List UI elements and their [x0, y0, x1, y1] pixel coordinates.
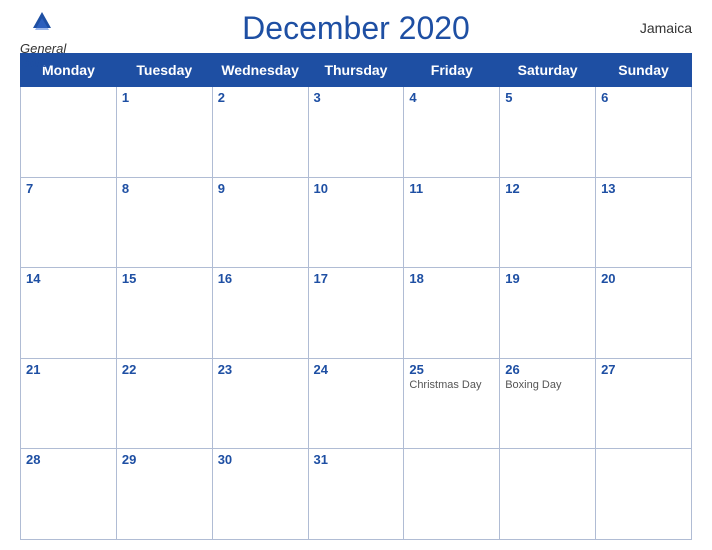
- calendar-day: 12: [500, 177, 596, 268]
- day-number: 25: [409, 362, 494, 377]
- day-number: 31: [314, 452, 399, 467]
- logo-icon: [31, 10, 53, 40]
- day-number: 24: [314, 362, 399, 377]
- calendar-day: 15: [116, 268, 212, 359]
- calendar-day: 7: [21, 177, 117, 268]
- calendar-day: 14: [21, 268, 117, 359]
- day-number: 3: [314, 90, 399, 105]
- calendar-day: 18: [404, 268, 500, 359]
- logo-general-text: General: [20, 42, 66, 56]
- day-number: 20: [601, 271, 686, 286]
- calendar-day: 3: [308, 87, 404, 178]
- calendar-day: 30: [212, 449, 308, 540]
- day-number: 14: [26, 271, 111, 286]
- calendar-day: 4: [404, 87, 500, 178]
- holiday-label: Christmas Day: [409, 379, 494, 391]
- calendar-day: 28: [21, 449, 117, 540]
- calendar-table: MondayTuesdayWednesdayThursdayFridaySatu…: [20, 53, 692, 540]
- day-number: 26: [505, 362, 590, 377]
- day-number: 17: [314, 271, 399, 286]
- calendar-day: [500, 449, 596, 540]
- day-number: 5: [505, 90, 590, 105]
- logo-text: General Blue: [20, 42, 66, 71]
- calendar-week-4: 21 22 23 24 25 Christmas Day 26 Boxing Day 27: [21, 358, 692, 449]
- day-number: 8: [122, 181, 207, 196]
- day-number: 27: [601, 362, 686, 377]
- weekday-header-thursday: Thursday: [308, 54, 404, 87]
- day-number: 13: [601, 181, 686, 196]
- day-number: 7: [26, 181, 111, 196]
- day-number: 28: [26, 452, 111, 467]
- day-number: 18: [409, 271, 494, 286]
- logo: General Blue: [20, 10, 66, 71]
- calendar-day: 9: [212, 177, 308, 268]
- calendar-week-3: 14 15 16 17 18 19 20: [21, 268, 692, 359]
- calendar-day: 2: [212, 87, 308, 178]
- calendar-day: 22: [116, 358, 212, 449]
- calendar-day: 26 Boxing Day: [500, 358, 596, 449]
- calendar-day: 16: [212, 268, 308, 359]
- day-number: 16: [218, 271, 303, 286]
- weekday-header-saturday: Saturday: [500, 54, 596, 87]
- calendar-day: 8: [116, 177, 212, 268]
- calendar-day: [21, 87, 117, 178]
- day-number: 2: [218, 90, 303, 105]
- day-number: 23: [218, 362, 303, 377]
- calendar-week-2: 789 10 11 12 13: [21, 177, 692, 268]
- calendar-week-5: 28 29 30 31: [21, 449, 692, 540]
- day-number: 10: [314, 181, 399, 196]
- weekday-header-friday: Friday: [404, 54, 500, 87]
- calendar-day: 10: [308, 177, 404, 268]
- calendar-day: 24: [308, 358, 404, 449]
- weekday-header-tuesday: Tuesday: [116, 54, 212, 87]
- calendar-day: 5: [500, 87, 596, 178]
- calendar-day: 31: [308, 449, 404, 540]
- calendar-body: 1234567891011121314151617181920212223242…: [21, 87, 692, 540]
- calendar-day: 17: [308, 268, 404, 359]
- day-number: 4: [409, 90, 494, 105]
- calendar-week-1: 123456: [21, 87, 692, 178]
- day-number: 6: [601, 90, 686, 105]
- calendar-day: 25 Christmas Day: [404, 358, 500, 449]
- calendar-day: 21: [21, 358, 117, 449]
- calendar-day: 23: [212, 358, 308, 449]
- day-number: 19: [505, 271, 590, 286]
- calendar-day: 29: [116, 449, 212, 540]
- weekday-row: MondayTuesdayWednesdayThursdayFridaySatu…: [21, 54, 692, 87]
- calendar-day: 11: [404, 177, 500, 268]
- country-label: Jamaica: [640, 20, 692, 36]
- day-number: 21: [26, 362, 111, 377]
- calendar-day: 27: [596, 358, 692, 449]
- day-number: 30: [218, 452, 303, 467]
- weekday-header-sunday: Sunday: [596, 54, 692, 87]
- calendar-day: 6: [596, 87, 692, 178]
- day-number: 1: [122, 90, 207, 105]
- day-number: 22: [122, 362, 207, 377]
- calendar-day: 19: [500, 268, 596, 359]
- calendar-day: [404, 449, 500, 540]
- day-number: 15: [122, 271, 207, 286]
- weekday-header-wednesday: Wednesday: [212, 54, 308, 87]
- day-number: 11: [409, 181, 494, 196]
- month-title: December 2020: [242, 10, 470, 47]
- calendar-day: [596, 449, 692, 540]
- calendar-day: 13: [596, 177, 692, 268]
- day-number: 9: [218, 181, 303, 196]
- calendar-day: 1: [116, 87, 212, 178]
- calendar-header: General Blue December 2020 Jamaica: [20, 10, 692, 47]
- calendar-day: 20: [596, 268, 692, 359]
- logo-blue-text: Blue: [20, 56, 66, 70]
- day-number: 12: [505, 181, 590, 196]
- calendar-header-row: MondayTuesdayWednesdayThursdayFridaySatu…: [21, 54, 692, 87]
- day-number: 29: [122, 452, 207, 467]
- holiday-label: Boxing Day: [505, 379, 590, 391]
